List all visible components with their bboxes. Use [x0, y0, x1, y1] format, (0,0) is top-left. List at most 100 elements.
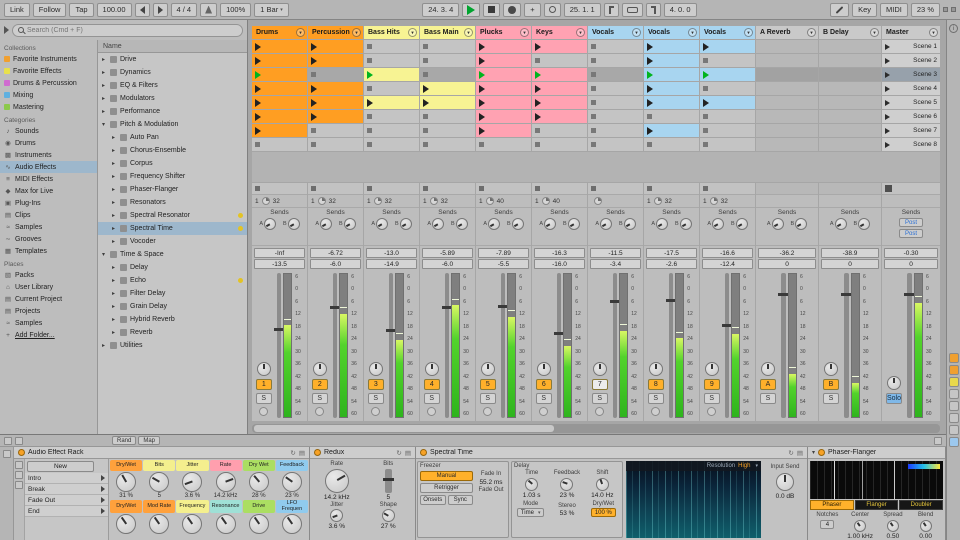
- clip-slot[interactable]: [756, 96, 818, 109]
- device-fold-icon[interactable]: ▾: [812, 449, 815, 456]
- bits-value[interactable]: 5: [386, 494, 390, 501]
- send-a-knob[interactable]: [835, 218, 847, 230]
- param-knob[interactable]: [887, 520, 899, 532]
- arm-button[interactable]: [539, 407, 548, 416]
- device-title-bar[interactable]: Audio Effect Rack ↻▤: [14, 447, 309, 459]
- send-b-knob[interactable]: [512, 218, 524, 230]
- track-fold-icon[interactable]: ▾: [632, 28, 641, 37]
- track-activator[interactable]: 1: [256, 379, 272, 390]
- place-item[interactable]: ▧ Packs: [0, 269, 97, 281]
- jitter-value[interactable]: 3.6 %: [328, 523, 345, 530]
- clip-slot[interactable]: [819, 82, 881, 95]
- solo-button[interactable]: S: [760, 393, 776, 404]
- clip-slot[interactable]: [532, 54, 587, 67]
- arm-button[interactable]: [259, 407, 268, 416]
- clip-slot[interactable]: [364, 96, 419, 109]
- send-b-knob[interactable]: [858, 218, 870, 230]
- browser-tree-item[interactable]: ▸ Performance: [98, 105, 247, 118]
- track-header[interactable]: Vocals ▾: [588, 26, 643, 39]
- clip-stop-slot[interactable]: [644, 183, 699, 195]
- track-fold-icon[interactable]: ▾: [929, 28, 938, 37]
- clip-slot[interactable]: [308, 138, 363, 151]
- clip-slot[interactable]: [476, 96, 531, 109]
- clip-slot[interactable]: [476, 110, 531, 123]
- feedback-knob[interactable]: [560, 478, 573, 491]
- clip-slot[interactable]: [532, 96, 587, 109]
- volume-value-display[interactable]: -5.5: [478, 259, 529, 269]
- mode-tab[interactable]: Phaser: [810, 500, 854, 510]
- track-fold-icon[interactable]: ▾: [296, 28, 305, 37]
- key-map-button[interactable]: Key: [852, 3, 877, 17]
- volume-value-display[interactable]: -3.4: [590, 259, 641, 269]
- device-on-toggle[interactable]: [314, 449, 321, 456]
- shape-knob[interactable]: [382, 509, 395, 522]
- clip-slot[interactable]: [700, 40, 755, 53]
- track-activator[interactable]: B: [823, 379, 839, 390]
- shift-knob[interactable]: [596, 478, 609, 491]
- solo-button[interactable]: S: [536, 393, 552, 404]
- browser-tree-item[interactable]: ▸ Chorus-Ensemble: [98, 144, 247, 157]
- chevron-icon[interactable]: ▸: [112, 225, 120, 232]
- hot-swap-icon[interactable]: ↻: [396, 449, 401, 457]
- place-item[interactable]: + Add Folder...: [0, 329, 97, 341]
- param-value-box[interactable]: 4: [820, 520, 834, 529]
- macro-knob[interactable]: [249, 514, 269, 534]
- param-value[interactable]: 1.00 kHz: [847, 533, 873, 540]
- clip-slot[interactable]: [756, 82, 818, 95]
- clip-slot[interactable]: [252, 54, 307, 67]
- clip-slot[interactable]: [476, 124, 531, 137]
- macro-value[interactable]: 14.2 kHz: [214, 493, 238, 499]
- send-b-knob[interactable]: [344, 218, 356, 230]
- volume-fader[interactable]: [277, 273, 282, 418]
- time-signature-field[interactable]: 4 / 4: [171, 3, 198, 17]
- clip-stop-slot[interactable]: [364, 183, 419, 195]
- browser-column-header[interactable]: Name: [98, 40, 247, 53]
- clip-stop-slot[interactable]: [308, 183, 363, 195]
- solo-button[interactable]: S: [256, 393, 272, 404]
- clip-slot[interactable]: [756, 124, 818, 137]
- chain-row[interactable]: End: [25, 506, 108, 517]
- chevron-icon[interactable]: ▸: [102, 342, 110, 349]
- clip-slot[interactable]: [644, 110, 699, 123]
- macro-knob[interactable]: [149, 472, 169, 492]
- onsets-select[interactable]: Onsets: [420, 495, 446, 505]
- track-header[interactable]: Vocals ▾: [644, 26, 699, 39]
- collection-item[interactable]: Favorite Effects: [0, 65, 97, 77]
- track-header[interactable]: Drums ▾: [252, 26, 307, 39]
- chevron-icon[interactable]: ▸: [112, 329, 120, 336]
- collection-item[interactable]: Mastering: [0, 101, 97, 113]
- place-item[interactable]: ≈ Samples: [0, 317, 97, 329]
- midi-map-button[interactable]: MIDI: [880, 3, 908, 17]
- horizontal-scrollbar[interactable]: [252, 424, 940, 433]
- search-input[interactable]: [27, 27, 237, 34]
- time-value[interactable]: 1.03 s: [523, 492, 541, 499]
- clip-slot[interactable]: [252, 40, 307, 53]
- clip-stop-slot[interactable]: [420, 183, 475, 195]
- info-icon[interactable]: i: [949, 24, 958, 33]
- macro-knob[interactable]: [182, 472, 202, 492]
- clip-slot[interactable]: [420, 54, 475, 67]
- clip-slot[interactable]: [532, 40, 587, 53]
- clip-slot[interactable]: [364, 110, 419, 123]
- clip-slot[interactable]: [588, 40, 643, 53]
- clip-stop-slot[interactable]: [756, 183, 818, 195]
- track-fold-icon[interactable]: ▾: [576, 28, 585, 37]
- clip-slot[interactable]: [819, 124, 881, 137]
- clip-slot[interactable]: [644, 40, 699, 53]
- chevron-icon[interactable]: ▸: [112, 160, 120, 167]
- send-a-knob[interactable]: [656, 218, 668, 230]
- macro-knob[interactable]: [182, 514, 202, 534]
- chevron-icon[interactable]: ▸: [112, 199, 120, 206]
- browser-tree-item[interactable]: ▸ Auto Pan: [98, 131, 247, 144]
- pan-knob[interactable]: [481, 362, 495, 376]
- send-a-knob[interactable]: [264, 218, 276, 230]
- clip-slot[interactable]: [308, 68, 363, 81]
- chevron-icon[interactable]: ▾: [102, 251, 110, 258]
- clip-slot[interactable]: [819, 54, 881, 67]
- track-activator[interactable]: 9: [704, 379, 720, 390]
- volume-fader[interactable]: [613, 273, 618, 418]
- pan-knob[interactable]: [257, 362, 271, 376]
- browser-tree-item[interactable]: ▸ Utilities: [98, 339, 247, 352]
- volume-fader[interactable]: [725, 273, 730, 418]
- clip-slot[interactable]: [364, 138, 419, 151]
